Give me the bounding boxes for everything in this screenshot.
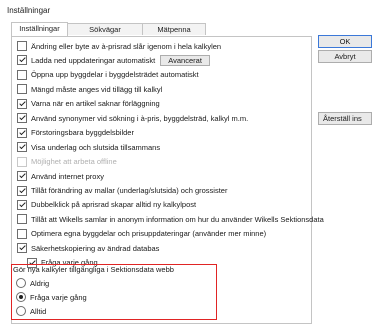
- share-radio-button[interactable]: [16, 278, 26, 288]
- option-label: Dubbelklick på aprisrad skapar alltid ny…: [31, 200, 197, 210]
- option-label: Möjlighet att arbeta offline: [31, 157, 117, 167]
- option-label: Använd internet proxy: [31, 171, 104, 181]
- option-label: Ladda ned uppdateringar automatiskt: [31, 55, 156, 65]
- share-radio-row[interactable]: Aldrig: [16, 277, 49, 289]
- option-row: Möjlighet att arbeta offline: [17, 156, 117, 168]
- option-checkbox[interactable]: [17, 127, 27, 138]
- option-checkbox[interactable]: [17, 55, 27, 66]
- tab-bar: Inställningar Sökvägar Mätpenna: [11, 22, 206, 36]
- option-label: Säkerhetskopiering av ändrad databas: [31, 243, 160, 253]
- advanced-button[interactable]: Avancerat: [160, 54, 210, 66]
- option-label: Visa underlag och slutsida tillsammans: [31, 142, 161, 152]
- option-row[interactable]: Öppna upp byggdelar i byggdelsträdet aut…: [17, 69, 199, 81]
- option-checkbox[interactable]: [17, 84, 27, 95]
- option-checkbox[interactable]: [17, 69, 27, 80]
- share-radio-label: Fråga varje gång: [30, 292, 87, 302]
- option-label: Varna när en artikel saknar förläggning: [31, 99, 160, 109]
- option-row[interactable]: Tillåt att Wikells samlar in anonym info…: [17, 213, 324, 225]
- share-radio-label: Alltid: [30, 306, 47, 316]
- option-row[interactable]: Säkerhetskopiering av ändrad databas: [17, 242, 159, 254]
- option-checkbox[interactable]: [17, 185, 27, 196]
- option-checkbox[interactable]: [17, 113, 27, 124]
- window-title: Inställningar: [7, 6, 51, 15]
- option-row[interactable]: Dubbelklick på aprisrad skapar alltid ny…: [17, 199, 196, 211]
- option-row[interactable]: Varna när en artikel saknar förläggning: [17, 98, 160, 110]
- option-label: Mängd måste anges vid tillägg till kalky…: [31, 84, 163, 94]
- option-checkbox[interactable]: [17, 199, 27, 210]
- option-label: Förstoringsbara byggdelsbilder: [31, 128, 134, 138]
- cancel-button[interactable]: Avbryt: [318, 50, 372, 63]
- option-label: Tillåt att Wikells samlar in anonym info…: [31, 214, 324, 224]
- option-row[interactable]: Visa underlag och slutsida tillsammans: [17, 141, 160, 153]
- option-label: Använd synonymer vid sökning i à-pris, b…: [31, 113, 249, 123]
- option-checkbox[interactable]: [17, 214, 27, 225]
- option-row[interactable]: Använd synonymer vid sökning i à-pris, b…: [17, 112, 248, 124]
- option-checkbox[interactable]: [17, 41, 27, 51]
- option-row[interactable]: Förstoringsbara byggdelsbilder: [17, 127, 134, 139]
- option-label: Tillåt förändring av mallar (underlag/sl…: [31, 186, 228, 195]
- tab-matpenna[interactable]: Mätpenna: [142, 23, 206, 35]
- share-radio-button[interactable]: [16, 306, 26, 316]
- option-row[interactable]: Mängd måste anges vid tillägg till kalky…: [17, 83, 162, 95]
- option-checkbox[interactable]: [17, 142, 27, 153]
- option-label: Öppna upp byggdelar i byggdelsträdet aut…: [31, 70, 199, 80]
- tab-installningar[interactable]: Inställningar: [11, 22, 68, 36]
- tab-sokvagar[interactable]: Sökvägar: [67, 23, 143, 35]
- share-radio-label: Aldrig: [30, 278, 50, 288]
- option-label: Optimera egna byggdelar och prisuppdater…: [31, 229, 267, 239]
- option-row[interactable]: Optimera egna byggdelar och prisuppdater…: [17, 228, 266, 240]
- option-checkbox[interactable]: [17, 98, 27, 109]
- share-radio-row[interactable]: Fråga varje gång: [16, 291, 87, 303]
- option-checkbox[interactable]: [17, 243, 27, 254]
- option-row[interactable]: Ladda ned uppdateringar automatiskt Avanc…: [17, 54, 210, 66]
- reset-settings-button[interactable]: Återställ ins: [318, 112, 372, 125]
- share-radio-button[interactable]: [16, 292, 26, 302]
- option-row[interactable]: Tillåt förändring av mallar (underlag/sl…: [17, 185, 227, 197]
- option-checkbox: [17, 156, 27, 167]
- option-label: Ändring eller byte av à-prisrad slår ige…: [31, 41, 222, 51]
- ok-button[interactable]: OK: [318, 35, 372, 48]
- option-row[interactable]: Ändring eller byte av à-prisrad slår ige…: [17, 40, 221, 52]
- share-radio-row[interactable]: Alltid: [16, 305, 46, 317]
- share-group-title: Gör nya kalkyler tillgängliga i Sektions…: [13, 265, 174, 274]
- option-checkbox[interactable]: [17, 171, 27, 182]
- option-checkbox[interactable]: [17, 228, 27, 239]
- option-row[interactable]: Använd internet proxy: [17, 170, 104, 182]
